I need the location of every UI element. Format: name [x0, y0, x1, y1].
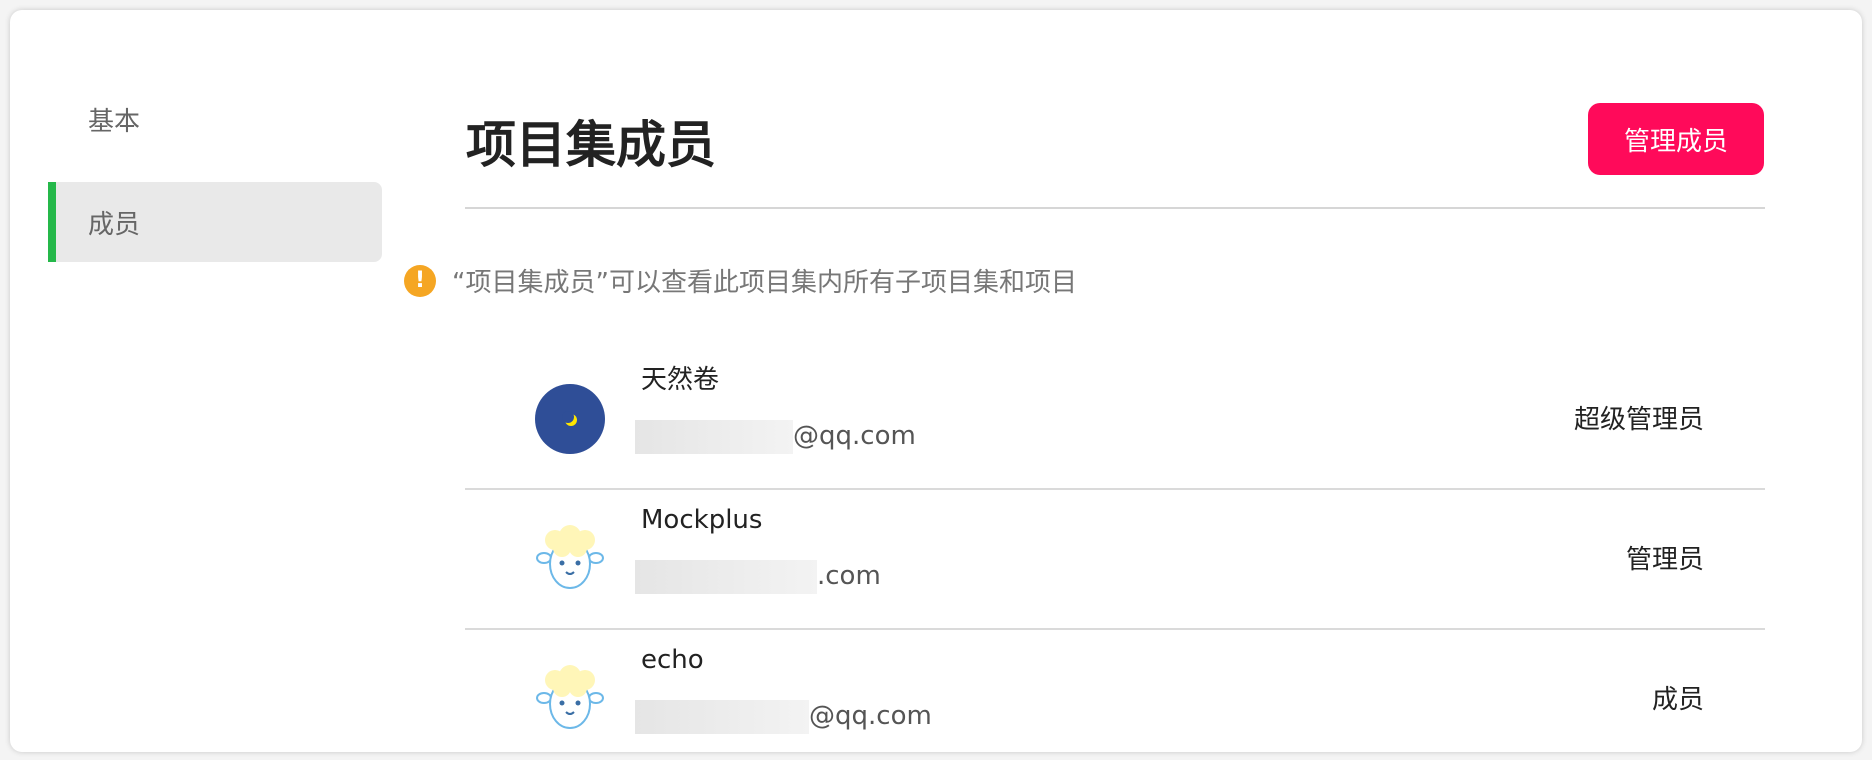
member-email: @qq.com	[635, 418, 916, 454]
email-mask	[635, 700, 809, 734]
member-row: echo @qq.com 成员	[465, 630, 1765, 752]
member-role: 成员	[1651, 685, 1704, 715]
manage-members-button[interactable]: 管理成员	[1588, 103, 1764, 175]
header-divider	[465, 207, 1765, 209]
sidebar-item-members[interactable]: 成员	[48, 182, 382, 262]
sidebar-item-label: 基本	[88, 106, 141, 137]
member-email: .com	[635, 558, 881, 594]
member-email: @qq.com	[635, 698, 932, 734]
notice: ! “项目集成员”可以查看此项目集内所有子项目集和项目	[404, 262, 1077, 299]
page-title: 项目集成员	[466, 116, 716, 174]
settings-panel: 基本 成员 项目集成员 管理成员 ! “项目集成员”可以查看此项目集内所有子项目…	[10, 10, 1862, 752]
sidebar-item-label: 成员	[88, 209, 141, 240]
email-mask	[635, 560, 817, 594]
member-name: 天然卷	[641, 365, 720, 395]
member-name: Mockplus	[641, 505, 763, 535]
member-role: 管理员	[1625, 545, 1704, 575]
email-mask	[635, 420, 793, 454]
member-row: 天然卷 @qq.com 超级管理员	[465, 350, 1765, 490]
sheep-avatar	[535, 524, 605, 594]
member-role: 超级管理员	[1573, 405, 1704, 435]
email-suffix: @qq.com	[793, 421, 916, 451]
email-suffix: .com	[817, 561, 881, 591]
member-name: echo	[641, 645, 704, 675]
warning-icon: !	[404, 264, 436, 297]
notice-text: “项目集成员”可以查看此项目集内所有子项目集和项目	[452, 268, 1077, 298]
sidebar-item-basic[interactable]: 基本	[48, 79, 382, 159]
sheep-avatar	[535, 664, 605, 734]
member-row: Mockplus .com 管理员	[465, 490, 1765, 630]
moon-avatar	[535, 384, 605, 454]
email-suffix: @qq.com	[809, 701, 932, 731]
